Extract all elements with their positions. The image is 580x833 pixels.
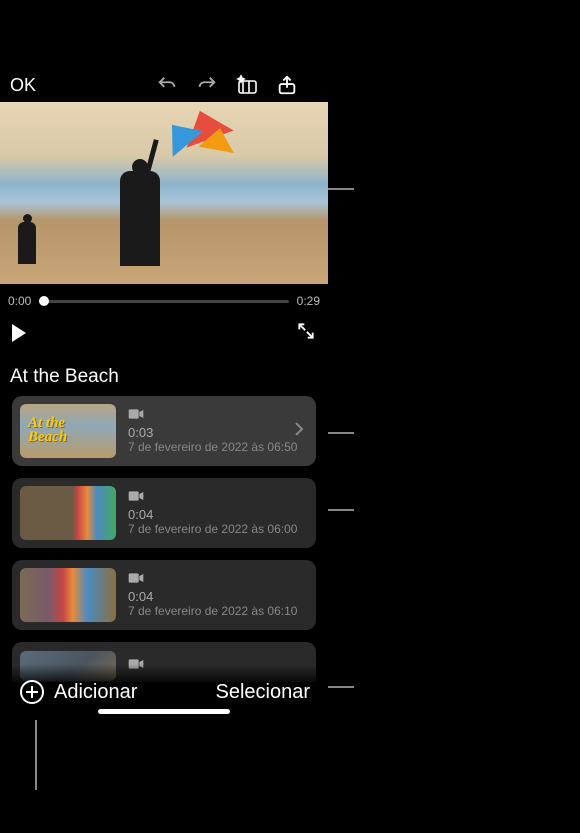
timeline-bar: 0:00 0:29 <box>0 286 328 316</box>
header-icon-group <box>155 73 299 97</box>
project-title: At the Beach <box>10 366 119 388</box>
time-start: 0:00 <box>8 294 31 308</box>
clip-date: 7 de fevereiro de 2022 às 06:10 <box>128 604 308 618</box>
clip-row-1[interactable]: 0:04 7 de fevereiro de 2022 às 06:00 <box>12 478 316 548</box>
clip-duration: 0:03 <box>128 425 308 440</box>
clip-row-0[interactable]: At the Beach 0:03 7 de fevereiro de 2022… <box>12 396 316 466</box>
fullscreen-icon[interactable] <box>296 321 316 346</box>
clip-duration: 0:04 <box>128 589 308 604</box>
clip-meta: 0:04 7 de fevereiro de 2022 às 06:00 <box>128 490 308 536</box>
add-button[interactable]: Adicionar <box>18 678 137 706</box>
app-frame: OK <box>0 0 328 720</box>
home-indicator <box>98 709 230 714</box>
clip-thumbnail <box>20 568 116 622</box>
scrubber-handle[interactable] <box>39 296 49 306</box>
select-button[interactable]: Selecionar <box>215 681 310 704</box>
share-icon[interactable] <box>275 73 299 97</box>
kite-graphic <box>160 110 230 155</box>
clip-date: 7 de fevereiro de 2022 às 06:50 <box>128 440 308 454</box>
clip-meta: 0:03 7 de fevereiro de 2022 às 06:50 <box>128 408 308 454</box>
plus-icon <box>18 678 46 706</box>
redo-icon[interactable] <box>195 73 219 97</box>
footer-bar: Adicionar Selecionar <box>0 664 328 720</box>
video-preview[interactable] <box>0 102 328 284</box>
ok-button[interactable]: OK <box>10 75 36 96</box>
chevron-right-icon[interactable] <box>294 421 304 442</box>
add-label: Adicionar <box>54 681 137 704</box>
play-icon[interactable] <box>12 324 26 342</box>
magic-wand-icon[interactable] <box>235 73 259 97</box>
playback-controls <box>0 316 328 350</box>
clip-row-2[interactable]: 0:04 7 de fevereiro de 2022 às 06:10 <box>12 560 316 630</box>
clip-title-overlay: At the Beach <box>28 416 67 445</box>
clip-thumbnail <box>20 486 116 540</box>
header-bar: OK <box>0 65 328 105</box>
scrubber-track[interactable] <box>39 300 288 303</box>
person-silhouette <box>120 171 160 266</box>
undo-icon[interactable] <box>155 73 179 97</box>
video-type-icon <box>128 572 144 587</box>
video-type-icon <box>128 408 144 423</box>
clip-thumbnail: At the Beach <box>20 404 116 458</box>
clip-list: At the Beach 0:03 7 de fevereiro de 2022… <box>12 396 316 694</box>
video-type-icon <box>128 490 144 505</box>
clip-date: 7 de fevereiro de 2022 às 06:00 <box>128 522 308 536</box>
clip-meta: 0:04 7 de fevereiro de 2022 às 06:10 <box>128 572 308 618</box>
clip-duration: 0:04 <box>128 507 308 522</box>
time-end: 0:29 <box>297 294 320 308</box>
child-silhouette <box>18 222 36 264</box>
